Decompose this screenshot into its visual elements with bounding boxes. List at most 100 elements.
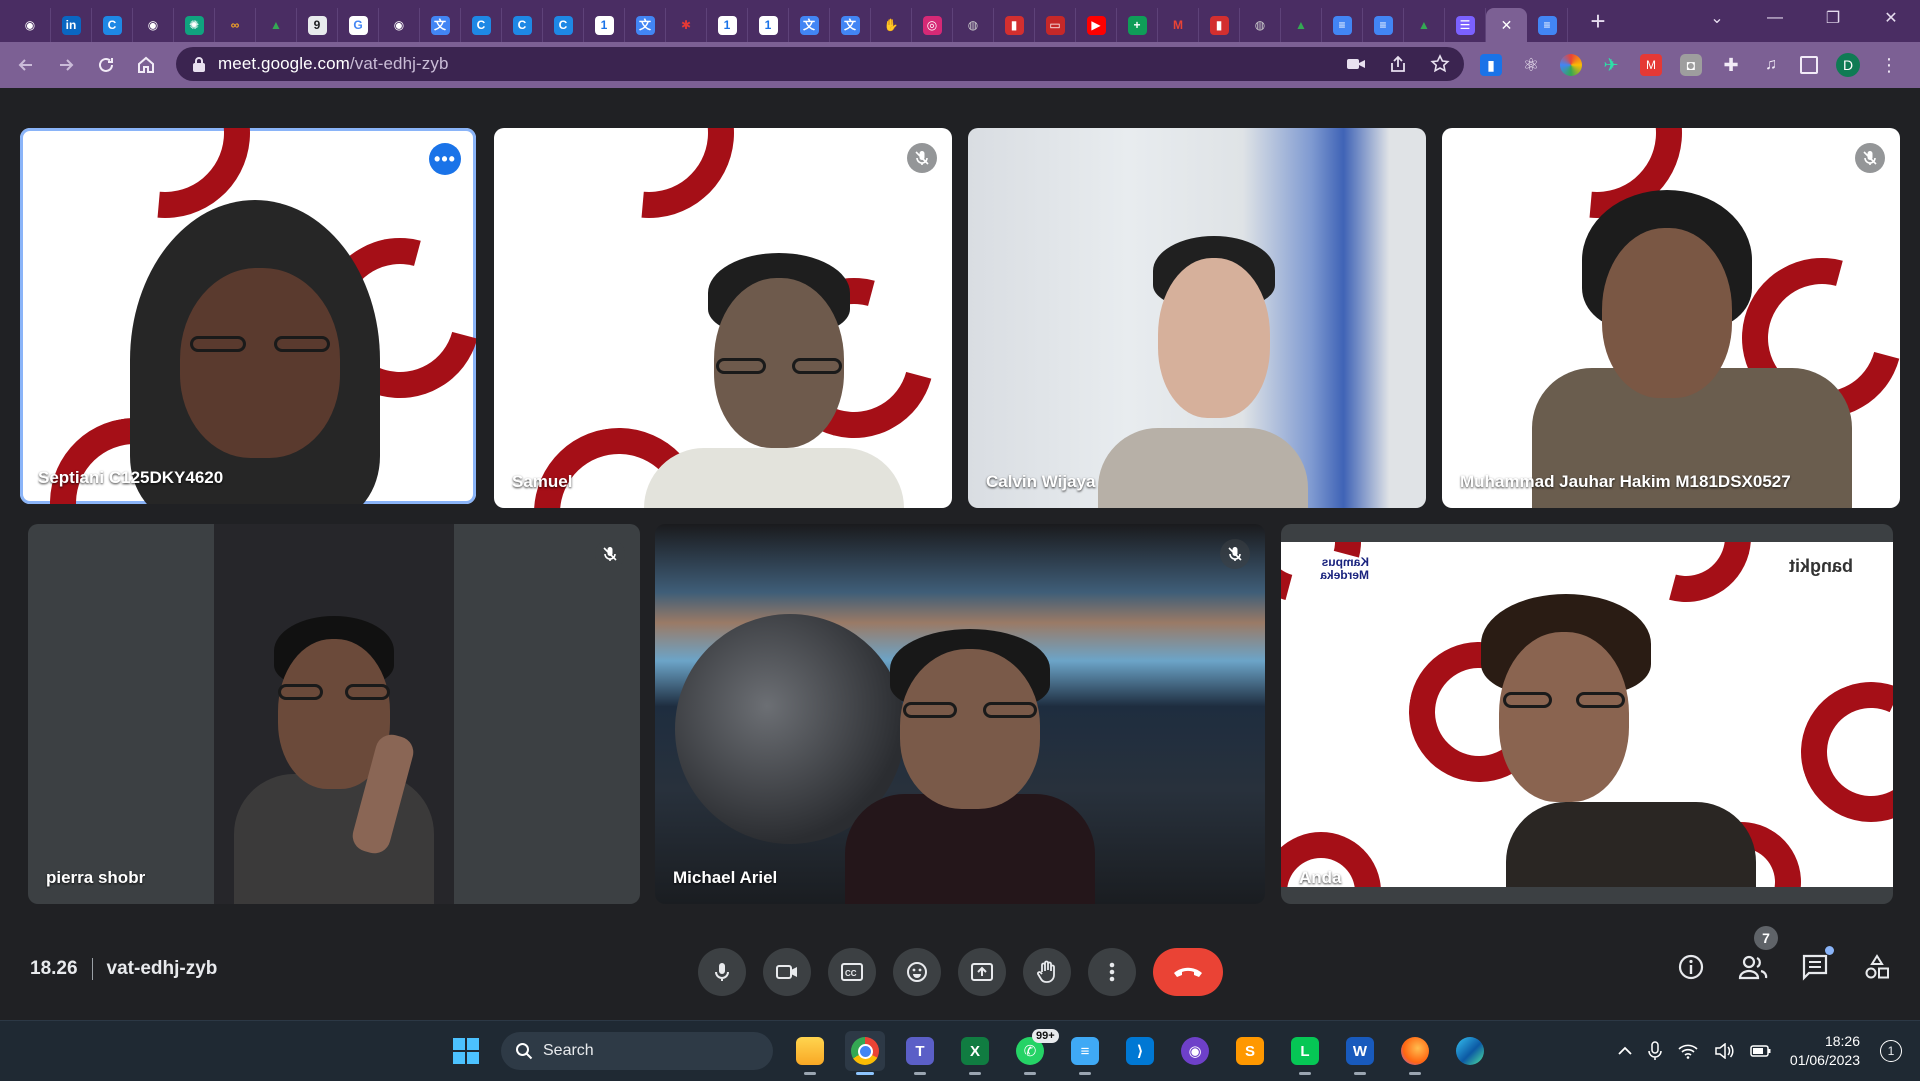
volume-icon[interactable] (1714, 1043, 1734, 1059)
camera-in-use-icon[interactable] (1346, 57, 1366, 71)
microphone-button[interactable] (698, 948, 746, 996)
forward-button[interactable] (46, 45, 86, 85)
browser-tab[interactable]: 1 (707, 8, 748, 42)
browser-tab[interactable]: M (1158, 8, 1199, 42)
taskbar-edge[interactable] (1450, 1031, 1490, 1071)
browser-tab[interactable]: ▮ (1199, 8, 1240, 42)
close-window-button[interactable]: ✕ (1862, 0, 1920, 36)
participant-tile[interactable]: Calvin Wijaya (968, 128, 1426, 508)
share-icon[interactable] (1388, 54, 1408, 74)
browser-tab[interactable]: + (1117, 8, 1158, 42)
browser-tab[interactable]: 9 (297, 8, 338, 42)
self-view-tile[interactable]: Kampus Merdeka bangkit Anda (1281, 524, 1893, 904)
browser-tab[interactable]: C (461, 8, 502, 42)
browser-tab[interactable]: 文 (830, 8, 871, 42)
extension-react-icon[interactable]: ⚛ (1520, 54, 1542, 76)
home-button[interactable] (126, 45, 166, 85)
browser-tab[interactable]: ≡ (1322, 8, 1363, 42)
taskbar-search[interactable]: Search (501, 1032, 773, 1070)
browser-menu-icon[interactable]: ⋮ (1878, 54, 1900, 76)
extension-mendeley-icon[interactable]: M (1640, 54, 1662, 76)
browser-tab[interactable]: 文 (789, 8, 830, 42)
raise-hand-button[interactable] (1023, 948, 1071, 996)
taskbar-teams[interactable]: T (900, 1031, 940, 1075)
notification-center-button[interactable]: 1 (1880, 1040, 1902, 1062)
profile-avatar[interactable]: D (1836, 53, 1860, 77)
tab-search-button[interactable]: ⌄ (1688, 0, 1746, 36)
browser-tab[interactable]: C (92, 8, 133, 42)
participant-tile[interactable]: ••• Septiani C125DKY4620 (20, 128, 476, 504)
address-bar[interactable]: meet.google.com/vat-edhj-zyb (176, 47, 1464, 81)
browser-tab[interactable]: ◍ (953, 8, 994, 42)
wifi-icon[interactable] (1678, 1043, 1698, 1059)
taskbar-vscode[interactable]: ⟩ (1120, 1031, 1160, 1071)
media-control-icon[interactable]: ♫ (1760, 54, 1782, 76)
restore-button[interactable]: ❐ (1804, 0, 1862, 36)
browser-tab[interactable]: 文 (420, 8, 461, 42)
browser-tab[interactable]: ▲ (1281, 8, 1322, 42)
browser-tab[interactable]: ∞ (215, 8, 256, 42)
extensions-puzzle-icon[interactable]: ✚ (1720, 54, 1742, 76)
browser-tab[interactable]: 文 (625, 8, 666, 42)
taskbar-excel[interactable]: X (955, 1031, 995, 1075)
taskbar-chrome[interactable] (845, 1031, 885, 1075)
captions-button[interactable]: CC (828, 948, 876, 996)
extension-color-picker-icon[interactable] (1560, 54, 1582, 76)
browser-tab[interactable]: ▲ (256, 8, 297, 42)
browser-tab[interactable]: ◉ (133, 8, 174, 42)
extension-bird-icon[interactable]: ✈ (1600, 54, 1622, 76)
camera-button[interactable] (763, 948, 811, 996)
browser-tab-active[interactable]: ✕ (1486, 8, 1527, 42)
present-screen-button[interactable] (958, 948, 1006, 996)
taskbar-notepad[interactable]: ≡ (1065, 1031, 1105, 1075)
close-icon[interactable]: ✕ (1497, 16, 1516, 35)
microphone-tray-icon[interactable] (1648, 1041, 1662, 1061)
browser-tab[interactable]: ▭ (1035, 8, 1076, 42)
battery-icon[interactable] (1750, 1044, 1772, 1058)
bookmark-star-icon[interactable] (1430, 54, 1450, 74)
start-button[interactable] (446, 1031, 486, 1071)
browser-tab[interactable]: ▲ (1404, 8, 1445, 42)
browser-tab[interactable]: ◎ (912, 8, 953, 42)
leave-call-button[interactable] (1153, 948, 1223, 996)
participant-tile[interactable]: pierra shobr (28, 524, 640, 904)
browser-tab[interactable]: 1 (584, 8, 625, 42)
browser-tab[interactable]: 1 (748, 8, 789, 42)
side-panel-icon[interactable] (1800, 56, 1818, 74)
browser-tab[interactable]: ◉ (10, 8, 51, 42)
taskbar-github-desktop[interactable]: ◉ (1175, 1031, 1215, 1071)
taskbar-line[interactable]: L (1285, 1031, 1325, 1075)
browser-tab[interactable]: C (502, 8, 543, 42)
browser-tab[interactable]: in (51, 8, 92, 42)
browser-tab[interactable]: ✺ (174, 8, 215, 42)
back-button[interactable] (6, 45, 46, 85)
participant-tile[interactable]: Muhammad Jauhar Hakim M181DSX0527 (1442, 128, 1900, 508)
browser-tab[interactable]: ▮ (994, 8, 1035, 42)
browser-tab[interactable]: ✋ (871, 8, 912, 42)
browser-tab[interactable]: ◍ (1240, 8, 1281, 42)
clock[interactable]: 18:26 01/06/2023 (1790, 1032, 1860, 1070)
chevron-up-icon[interactable] (1618, 1046, 1632, 1056)
meeting-details-button[interactable] (1674, 950, 1708, 984)
taskbar-word[interactable]: W (1340, 1031, 1380, 1075)
browser-tab[interactable]: ≡ (1527, 8, 1568, 42)
taskbar-whatsapp[interactable]: ✆ 99+ (1010, 1029, 1059, 1075)
taskbar-sublime[interactable]: S (1230, 1031, 1270, 1071)
more-options-button[interactable]: ••• (429, 143, 461, 175)
extension-docs-icon[interactable]: ▮ (1480, 54, 1502, 76)
reload-button[interactable] (86, 45, 126, 85)
participant-tile[interactable]: Michael Ariel (655, 524, 1265, 904)
new-tab-button[interactable]: + (1580, 3, 1616, 39)
browser-tab[interactable]: ◉ (379, 8, 420, 42)
extension-camera-icon[interactable]: ◘ (1680, 54, 1702, 76)
more-options-button[interactable] (1088, 948, 1136, 996)
taskbar-file-explorer[interactable] (790, 1031, 830, 1075)
participant-tile[interactable]: Samuel (494, 128, 952, 508)
browser-tab[interactable]: ☰ (1445, 8, 1486, 42)
browser-tab[interactable]: ✱ (666, 8, 707, 42)
browser-tab[interactable]: ≡ (1363, 8, 1404, 42)
chat-button[interactable] (1798, 946, 1834, 984)
browser-tab[interactable]: G (338, 8, 379, 42)
activities-button[interactable] (1860, 950, 1894, 984)
taskbar-firefox[interactable] (1395, 1031, 1435, 1075)
